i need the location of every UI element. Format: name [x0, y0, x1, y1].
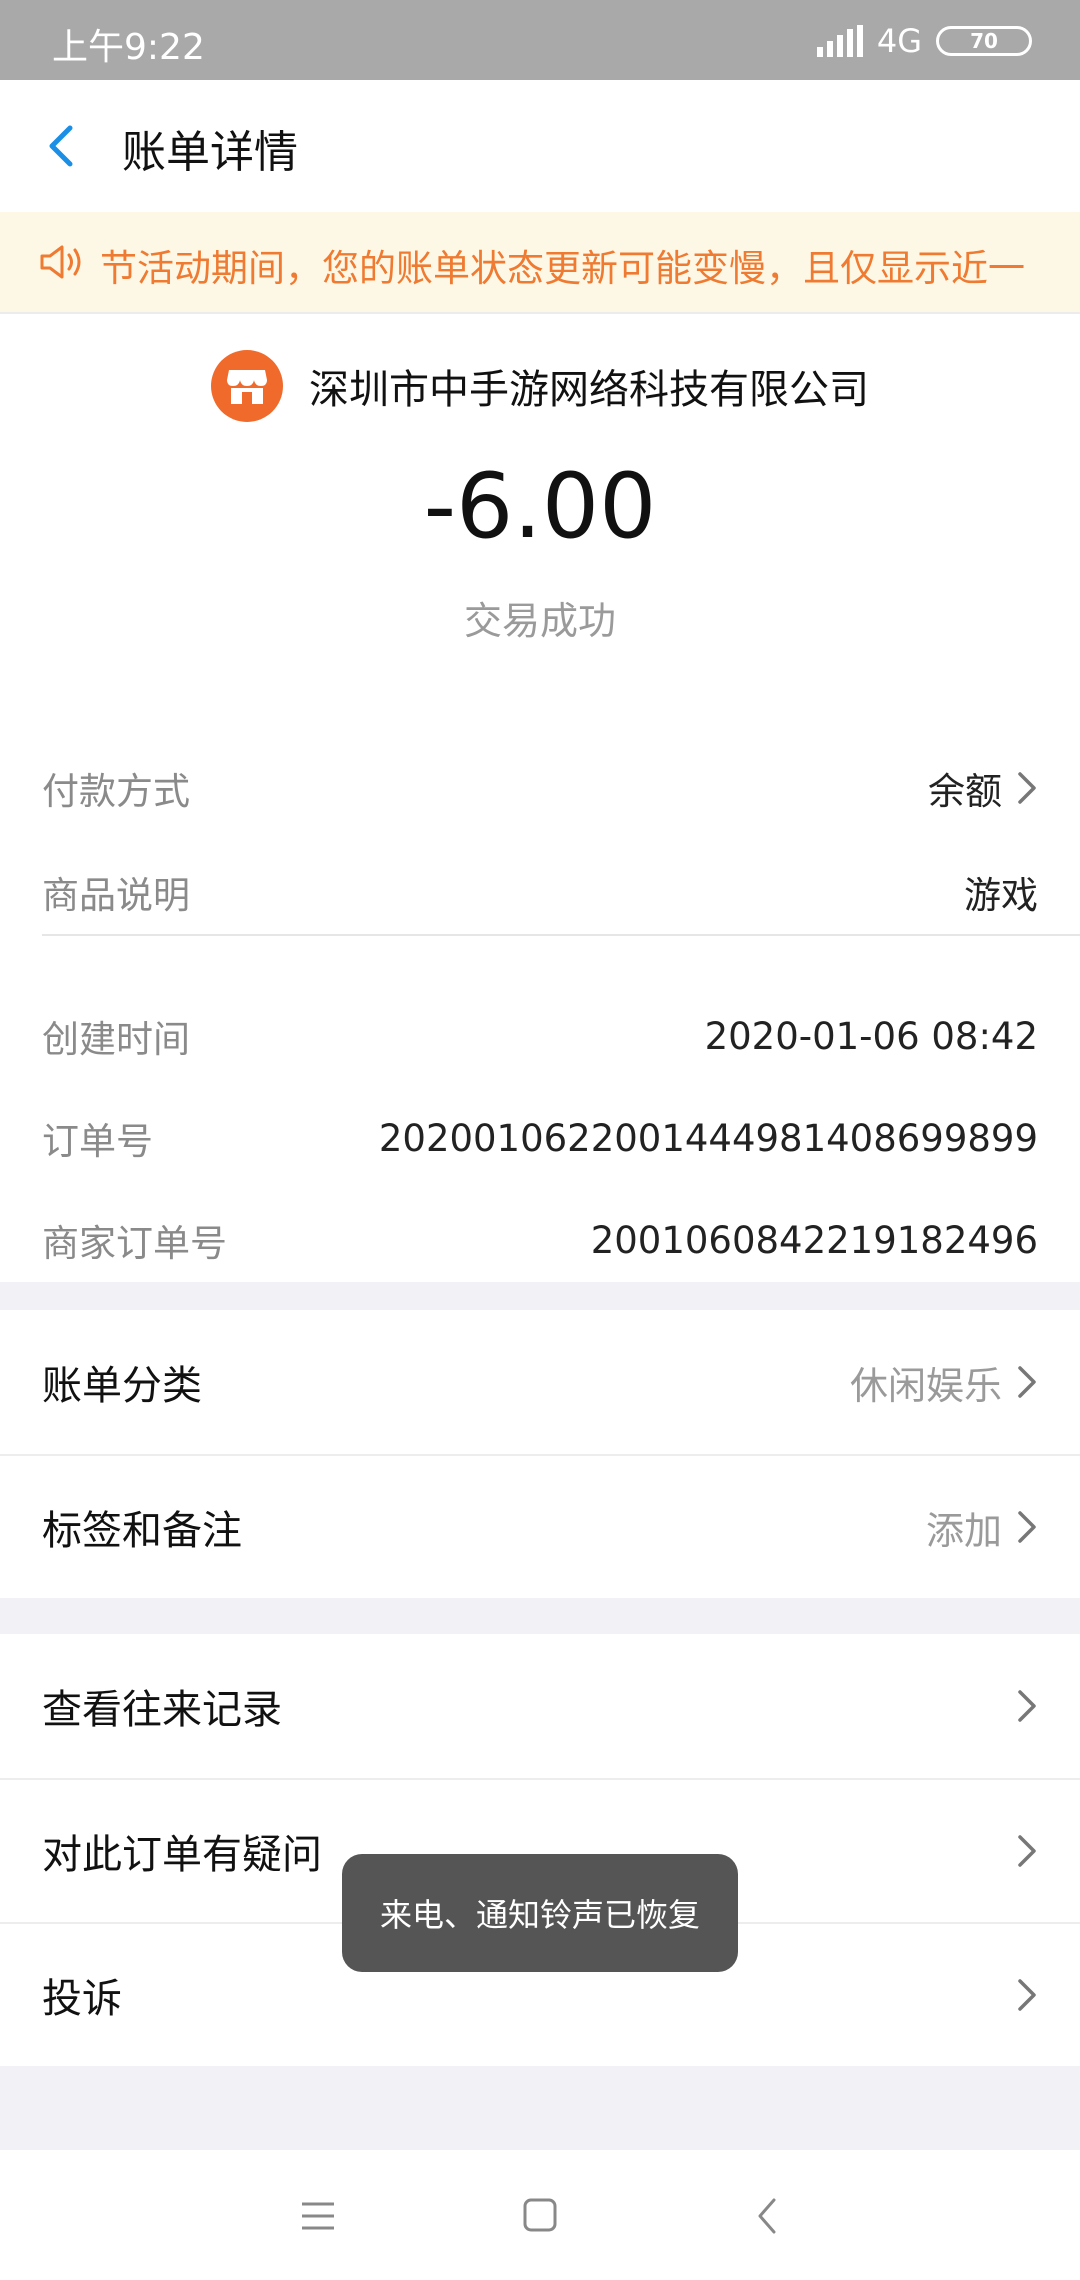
- chevron-right-icon: [1018, 1366, 1036, 1398]
- row-label: 商家订单号: [42, 1222, 227, 1265]
- chevron-right-icon: [1018, 1690, 1036, 1722]
- notice-text: 节活动期间，您的账单状态更新可能变慢，且仅显示近一: [100, 247, 1025, 290]
- payment-method-row[interactable]: 付款方式 余额: [42, 758, 1038, 818]
- page-title: 账单详情: [122, 127, 298, 178]
- bill-category-item[interactable]: 账单分类 休闲娱乐: [0, 1310, 1080, 1454]
- tags-and-notes-item[interactable]: 标签和备注 添加: [0, 1454, 1080, 1598]
- created-time-row: 创建时间 2020-01-06 08:42: [42, 1006, 1038, 1066]
- item-label: 查看往来记录: [42, 1687, 282, 1733]
- battery-icon: 70: [936, 26, 1032, 56]
- menu-icon[interactable]: [294, 2194, 342, 2238]
- status-indicators: 4G 70: [816, 22, 1032, 60]
- row-label: 商品说明: [42, 874, 190, 917]
- row-label: 付款方式: [42, 770, 190, 813]
- battery-level: 70: [970, 29, 998, 53]
- action-group: 查看往来记录 对此订单有疑问 投诉: [0, 1634, 1080, 2066]
- transaction-amount: -6.00: [423, 454, 657, 559]
- row-value: 游戏: [964, 874, 1038, 917]
- bill-summary-card: 深圳市中手游网络科技有限公司 -6.00 交易成功 付款方式 余额 商品说明 游…: [0, 314, 1080, 1282]
- merchant-header[interactable]: 深圳市中手游网络科技有限公司: [0, 350, 1080, 422]
- toast-message: 来电、通知铃声已恢复: [342, 1854, 738, 1972]
- transaction-status: 交易成功: [463, 599, 616, 643]
- category-group: 账单分类 休闲娱乐 标签和备注 添加: [0, 1310, 1080, 1598]
- item-label: 对此订单有疑问: [42, 1832, 322, 1878]
- store-icon: [211, 350, 283, 422]
- merchant-order-number-row[interactable]: 商家订单号 2001060842219182496: [42, 1210, 1038, 1270]
- merchant-name: 深圳市中手游网络科技有限公司: [309, 367, 869, 413]
- signal-icon: [816, 25, 863, 57]
- row-label: 创建时间: [42, 1018, 190, 1061]
- row-value: 余额: [928, 770, 1002, 813]
- system-nav-bar: [0, 2150, 1080, 2280]
- chevron-left-icon[interactable]: [36, 118, 92, 174]
- home-icon[interactable]: [516, 2194, 564, 2238]
- row-value[interactable]: 2001060842219182496: [591, 1219, 1038, 1262]
- back-icon[interactable]: [744, 2194, 792, 2238]
- item-label: 投诉: [42, 1976, 122, 2022]
- item-label: 标签和备注: [42, 1508, 242, 1554]
- status-bar: 上午9:22 4G 70: [0, 0, 1080, 80]
- chevron-right-icon: [1018, 772, 1036, 804]
- top-nav-bar: 账单详情: [0, 80, 1080, 212]
- item-label: 账单分类: [42, 1363, 202, 1409]
- row-value[interactable]: 20200106220014449814086​99899: [379, 1117, 1038, 1160]
- item-value: 添加: [925, 1508, 1002, 1553]
- network-type: 4G: [876, 22, 922, 60]
- notice-banner[interactable]: 节活动期间，您的账单状态更新可能变慢，且仅显示近一: [0, 212, 1080, 314]
- product-description-row: 商品说明 游戏: [42, 862, 1038, 922]
- item-value: 休闲娱乐: [849, 1363, 1002, 1408]
- row-value: 2020-01-06 08:42: [704, 1014, 1038, 1058]
- order-number-row[interactable]: 订单号 20200106220014449814086​99899: [42, 1108, 1038, 1168]
- speaker-icon: [40, 245, 81, 279]
- divider: [42, 934, 1080, 936]
- view-history-item[interactable]: 查看往来记录: [0, 1634, 1080, 1778]
- status-time: 上午9:22: [52, 27, 205, 68]
- row-label: 订单号: [42, 1120, 153, 1163]
- chevron-right-icon: [1018, 1511, 1036, 1543]
- chevron-right-icon: [1018, 1979, 1036, 2011]
- chevron-right-icon: [1018, 1835, 1036, 1867]
